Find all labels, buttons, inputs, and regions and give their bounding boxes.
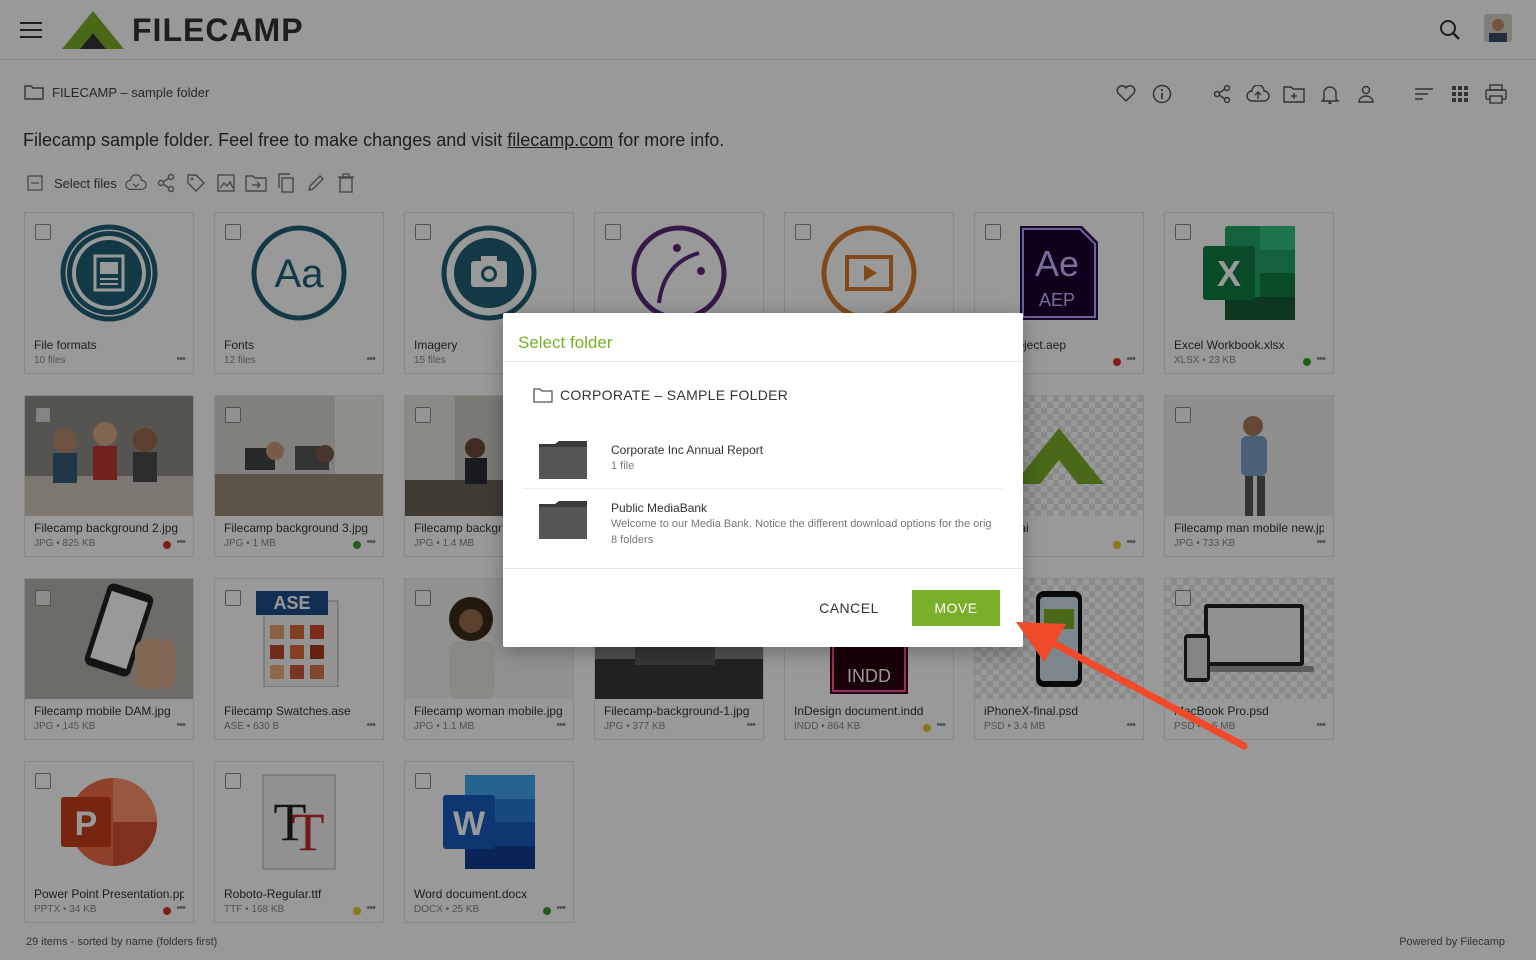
divider <box>503 568 1023 569</box>
folder-icon <box>539 501 587 544</box>
cancel-button[interactable]: CANCEL <box>809 591 889 625</box>
folder-count: 1 file <box>611 460 635 472</box>
divider <box>523 488 1003 489</box>
select-folder-dialog: Select folder CORPORATE – SAMPLE FOLDER … <box>503 313 1023 647</box>
dialog-title: Select folder <box>518 333 613 352</box>
folder-option-annual-report[interactable]: Corporate Inc Annual Report 1 file <box>523 433 1003 489</box>
folder-count: 8 folders <box>611 534 654 546</box>
folder-outline-icon <box>533 388 553 403</box>
folder-icon <box>539 441 587 484</box>
root-folder[interactable]: CORPORATE – SAMPLE FOLDER <box>533 387 788 403</box>
annotation-arrow-icon <box>1016 622 1248 750</box>
folder-name: Corporate Inc Annual Report <box>611 443 764 457</box>
move-button[interactable]: MOVE <box>912 590 1000 626</box>
folder-description: Welcome to our Media Bank. Notice the di… <box>611 518 992 530</box>
folder-option-public-mediabank[interactable]: Public MediaBank Welcome to our Media Ba… <box>523 491 1003 547</box>
folder-name: Public MediaBank <box>611 501 708 515</box>
divider <box>503 361 1023 362</box>
root-folder-label: CORPORATE – SAMPLE FOLDER <box>560 387 789 403</box>
